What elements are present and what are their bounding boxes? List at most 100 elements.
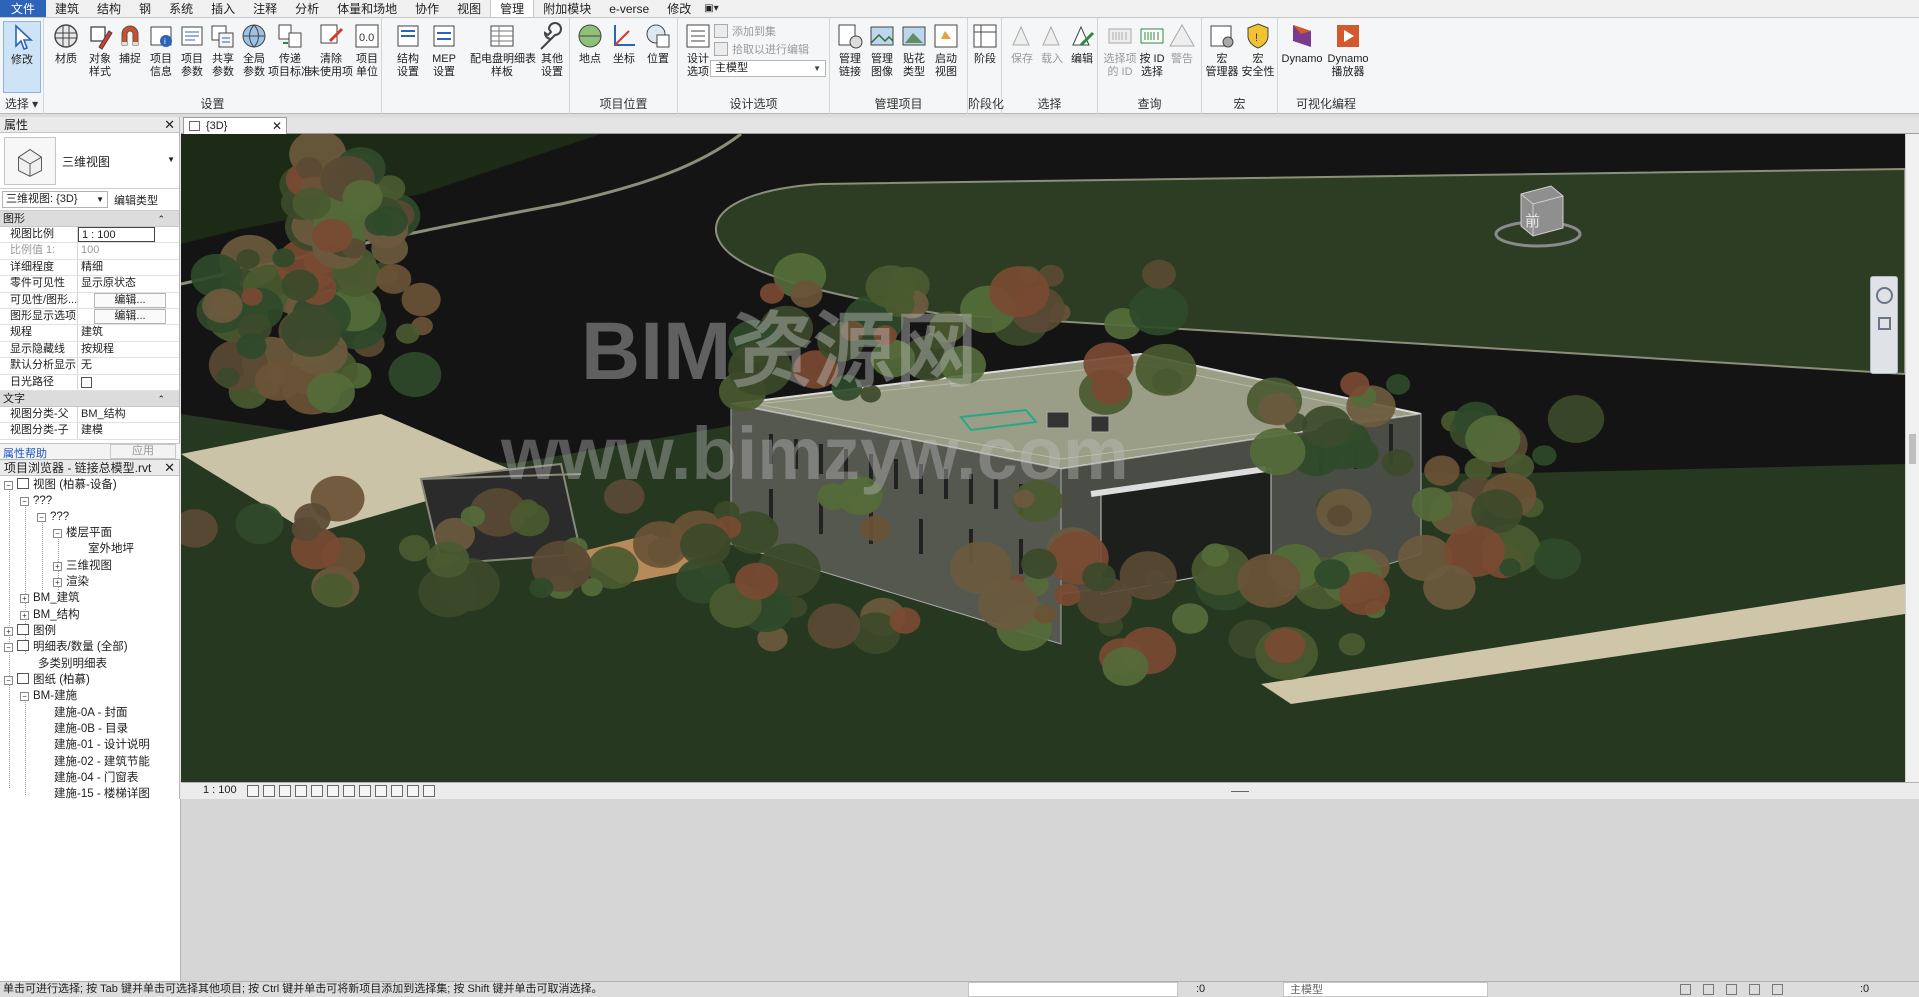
close-view-icon[interactable]: ✕	[272, 118, 282, 134]
edit-selection-button[interactable]: 编辑	[1062, 21, 1102, 66]
tab-manage[interactable]: 管理	[490, 0, 535, 17]
design-option-status-select[interactable]: 主模型	[1283, 982, 1488, 997]
view-scale-input[interactable]: 1 : 100	[78, 227, 155, 243]
macro-security-button[interactable]: ! 宏 安全性	[1238, 21, 1278, 79]
crop-view-icon[interactable]	[327, 785, 339, 797]
additional-settings-button[interactable]: 其他 设置	[532, 21, 572, 79]
tree-node[interactable]: 建施-15 - 楼梯详图	[54, 786, 150, 799]
starting-view-button[interactable]: 启动 视图	[926, 21, 966, 79]
tab-e-verse[interactable]: e-verse	[600, 0, 658, 17]
navigation-bar[interactable]	[1870, 276, 1898, 374]
tab-modify[interactable]: 修改	[658, 0, 700, 17]
hidden-line-value[interactable]: 按规程	[78, 342, 179, 357]
tab-annotate[interactable]: 注释	[244, 0, 286, 17]
select-underlay-icon[interactable]	[1703, 984, 1714, 995]
tree-node[interactable]: + 三维视图	[53, 558, 112, 574]
section-text[interactable]: 文字 ⌃	[0, 390, 179, 407]
pick-to-edit-button[interactable]: 拾取以进行编辑	[714, 41, 809, 57]
tree-node[interactable]: −???	[20, 493, 52, 509]
modify-button[interactable]: 修改	[3, 21, 41, 93]
select-by-face-icon[interactable]	[1749, 984, 1760, 995]
parts-visibility-value[interactable]: 显示原状态	[78, 276, 179, 291]
tree-node[interactable]: −???	[37, 509, 69, 525]
tab-insert[interactable]: 插入	[202, 0, 244, 17]
tree-node[interactable]: + 渲染	[53, 574, 89, 590]
view-category-child-value[interactable]: 建模	[78, 423, 179, 438]
discipline-value[interactable]: 建筑	[78, 325, 179, 340]
sun-path-checkbox[interactable]	[81, 376, 92, 388]
drag-elements-icon[interactable]	[1772, 984, 1783, 995]
3d-viewport[interactable]: BIM资源网 www.bimzyw.com 前	[181, 134, 1905, 782]
edit-type-button[interactable]: 编辑类型	[114, 192, 158, 208]
tab-massing-site[interactable]: 体量和场地	[328, 0, 406, 17]
tree-node[interactable]: 室外地坪	[88, 541, 134, 557]
detail-level-value[interactable]: 精细	[78, 260, 179, 275]
horizontal-scroll-indicator[interactable]	[1231, 791, 1249, 792]
worksharing-display-icon[interactable]	[407, 785, 419, 797]
filter-count[interactable]: :0	[1860, 982, 1869, 997]
tab-view[interactable]: 视图	[448, 0, 490, 17]
tree-node[interactable]: − 图纸 (柏慕)	[4, 672, 90, 688]
section-graphics[interactable]: 图形 ⌃	[0, 211, 179, 227]
tree-node[interactable]: 建施-0B - 目录	[54, 721, 128, 737]
lock-view-icon[interactable]	[359, 785, 371, 797]
tab-structure[interactable]: 结构	[88, 0, 130, 17]
close-browser-icon[interactable]: ✕	[164, 460, 175, 476]
view-scale-button[interactable]: 1 : 100	[203, 784, 237, 796]
analysis-display-value[interactable]: 无	[78, 358, 179, 373]
dynamo-player-button[interactable]: Dynamo 播放器	[1324, 21, 1372, 79]
design-option-select[interactable]: 主模型 ▼	[710, 60, 826, 77]
project-units-button[interactable]: 0.0 项目 单位	[347, 21, 387, 79]
detail-level-icon[interactable]	[247, 785, 259, 797]
tree-node[interactable]: 建施-0A - 封面	[54, 705, 127, 721]
warnings-button[interactable]: 警告	[1162, 21, 1202, 66]
select-links-icon[interactable]	[1680, 984, 1691, 995]
visual-style-icon[interactable]	[263, 785, 275, 797]
temp-hide-icon[interactable]	[375, 785, 387, 797]
render-icon[interactable]	[311, 785, 323, 797]
dynamo-button[interactable]: Dynamo	[1280, 21, 1324, 66]
type-selector[interactable]: 三维视图 ▼	[0, 133, 179, 189]
apply-button[interactable]: 应用	[110, 444, 176, 459]
sun-path-icon[interactable]	[279, 785, 291, 797]
quick-access-toggle[interactable]: ▣▾	[700, 0, 722, 17]
shadows-icon[interactable]	[295, 785, 307, 797]
tab-analyze[interactable]: 分析	[286, 0, 328, 17]
tab-3d-view[interactable]: {3D} ✕	[183, 117, 287, 134]
structural-settings-button[interactable]: 结构 设置	[388, 21, 428, 79]
tree-node[interactable]: + 图例	[4, 623, 56, 639]
tab-file[interactable]: 文件	[0, 0, 47, 17]
reveal-hidden-icon[interactable]	[391, 785, 403, 797]
tree-node[interactable]: − 楼层平面	[53, 525, 112, 541]
workset-select[interactable]	[968, 982, 1178, 997]
select-dropdown[interactable]: 选择 ▾	[0, 95, 43, 112]
panel-schedule-templates-button[interactable]: 配电盘明细表 样板	[470, 21, 536, 79]
macro-manager-button[interactable]: 宏 管理器	[1202, 21, 1242, 79]
vertical-scrollbar[interactable]	[1905, 134, 1919, 782]
graphic-display-edit-button[interactable]: 编辑...	[94, 308, 166, 324]
tab-architecture[interactable]: 建筑	[46, 0, 88, 17]
steering-wheel-icon[interactable]	[1876, 287, 1893, 304]
tab-addins[interactable]: 附加模块	[534, 0, 600, 17]
vg-overrides-edit-button[interactable]: 编辑...	[94, 292, 166, 308]
tree-node[interactable]: 建施-04 - 门窗表	[54, 770, 138, 786]
tree-node[interactable]: − 明细表/数量 (全部)	[4, 639, 128, 655]
add-to-set-button[interactable]: 添加到集	[714, 23, 776, 39]
instance-selector[interactable]: 三维视图: {3D} ▼	[2, 191, 108, 208]
show-crop-icon[interactable]	[343, 785, 355, 797]
view-category-parent-value[interactable]: BM_结构	[78, 407, 179, 422]
tree-node[interactable]: − BM-建施	[20, 688, 77, 704]
mep-settings-button[interactable]: MEP 设置	[424, 21, 464, 79]
analytical-model-icon[interactable]	[423, 785, 435, 797]
tree-node[interactable]: 建施-02 - 建筑节能	[54, 754, 150, 770]
transfer-standards-button[interactable]: 传递 项目标准	[268, 21, 312, 79]
tree-node[interactable]: + BM_建筑	[20, 590, 80, 606]
zoom-icon[interactable]	[1878, 317, 1891, 330]
tree-node[interactable]: + BM_结构	[20, 607, 80, 623]
position-button[interactable]: 位置	[638, 21, 678, 66]
tree-node[interactable]: 建施-01 - 设计说明	[54, 737, 150, 753]
tree-node[interactable]: 多类别明细表	[38, 656, 107, 672]
tab-steel[interactable]: 钢	[130, 0, 160, 17]
tab-collaborate[interactable]: 协作	[406, 0, 448, 17]
tree-node[interactable]: − 视图 (柏慕-设备)	[4, 477, 117, 493]
